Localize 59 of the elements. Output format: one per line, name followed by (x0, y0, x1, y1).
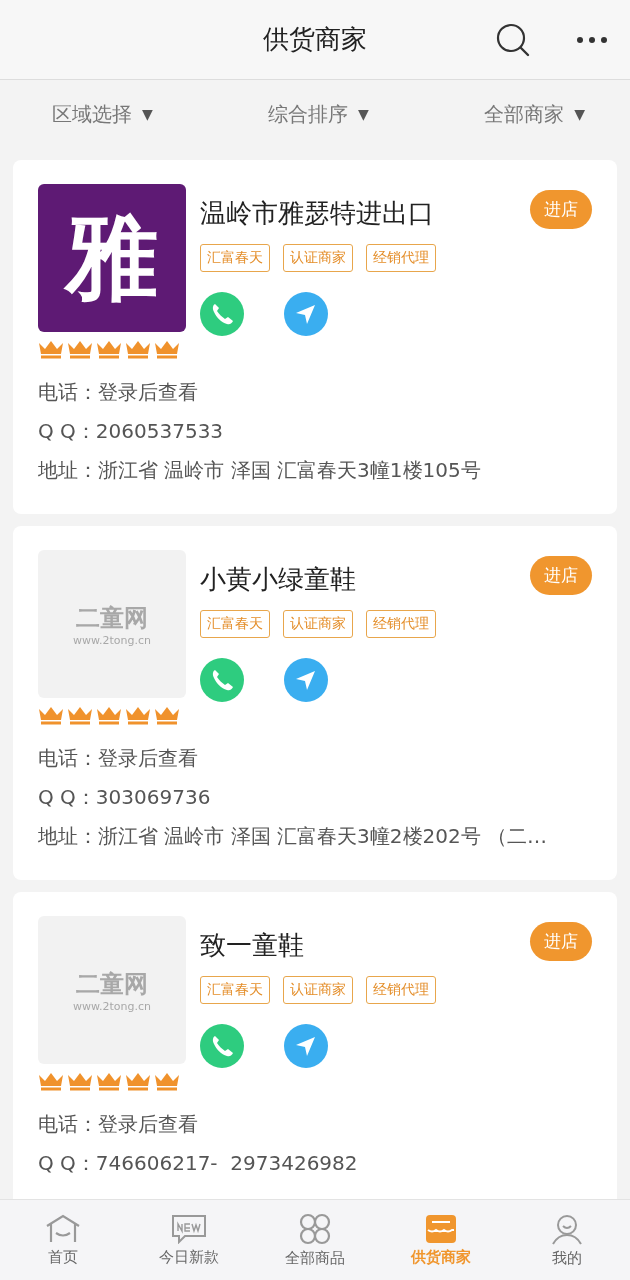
nav-tab[interactable]: 首页 (0, 1200, 126, 1280)
phone-icon[interactable] (200, 658, 244, 702)
crown-icon (38, 339, 64, 359)
send-icon[interactable] (284, 658, 328, 702)
crown-icon (154, 339, 180, 359)
crown-icon (96, 1071, 122, 1091)
crown-icon (96, 339, 122, 359)
tag: 经销代理 (366, 976, 436, 1004)
shop-logo: 雅 (38, 184, 186, 332)
info-line: Q Q：746606217- 2973426982 (38, 1150, 359, 1177)
filter-dropdown[interactable]: 区域选择 ▼ (52, 100, 153, 128)
tag: 汇富春天 (200, 610, 270, 638)
info-line: Q Q：303069736 (38, 784, 212, 811)
send-icon[interactable] (284, 292, 328, 336)
crown-icon (154, 1071, 180, 1091)
tag: 经销代理 (366, 244, 436, 272)
info-line: 地址：浙江省 温岭市 泽国 汇富春天3幢1楼105号 (38, 457, 482, 484)
speech-bubble-icon (171, 1213, 207, 1244)
shop-name[interactable]: 温岭市雅瑟特进出口 (200, 196, 530, 231)
info-line: 电话：登录后查看 (38, 1111, 199, 1138)
phone-icon[interactable] (200, 1024, 244, 1068)
info-line: 电话：登录后查看 (38, 379, 199, 406)
nav-tab[interactable]: 今日新款 (126, 1200, 252, 1280)
shop-name[interactable]: 致一童鞋 (200, 928, 530, 963)
tag: 认证商家 (283, 610, 353, 638)
info-line: 地址：浙江省 温岭市 泽国 汇富春天3幢2楼202号 （二… (38, 823, 549, 850)
tag: 认证商家 (283, 244, 353, 272)
placeholder-logo: 二童网 www.2tong.cn (38, 916, 186, 1064)
nav-tab[interactable]: 我的 (504, 1200, 630, 1280)
crown-icon (38, 705, 64, 725)
clover-icon (299, 1212, 331, 1245)
tag: 汇富春天 (200, 244, 270, 272)
phone-icon[interactable] (200, 292, 244, 336)
shop-icon (424, 1213, 458, 1244)
home-icon (45, 1213, 81, 1244)
crown-icon (67, 705, 93, 725)
crown-icon (67, 1071, 93, 1091)
filter-dropdown[interactable]: 全部商家 ▼ (484, 100, 585, 128)
user-icon (550, 1212, 584, 1245)
tag: 经销代理 (366, 610, 436, 638)
filter-dropdown[interactable]: 综合排序 ▼ (268, 100, 369, 128)
crown-icon (125, 1071, 151, 1091)
nav-tab[interactable]: 全部商品 (252, 1200, 378, 1280)
search-icon[interactable] (495, 22, 531, 58)
crown-icon (96, 705, 122, 725)
more-icon[interactable] (576, 36, 608, 44)
info-line: Q Q：2060537533 (38, 418, 225, 445)
crown-icon (125, 705, 151, 725)
shop-name[interactable]: 小黄小绿童鞋 (200, 562, 530, 597)
send-icon[interactable] (284, 1024, 328, 1068)
tag: 认证商家 (283, 976, 353, 1004)
crown-icon (125, 339, 151, 359)
crown-icon (38, 1071, 64, 1091)
page-title: 供货商家 (263, 23, 367, 56)
info-line: 电话：登录后查看 (38, 745, 199, 772)
tag: 汇富春天 (200, 976, 270, 1004)
crown-icon (154, 705, 180, 725)
placeholder-logo: 二童网 www.2tong.cn (38, 550, 186, 698)
crown-icon (67, 339, 93, 359)
